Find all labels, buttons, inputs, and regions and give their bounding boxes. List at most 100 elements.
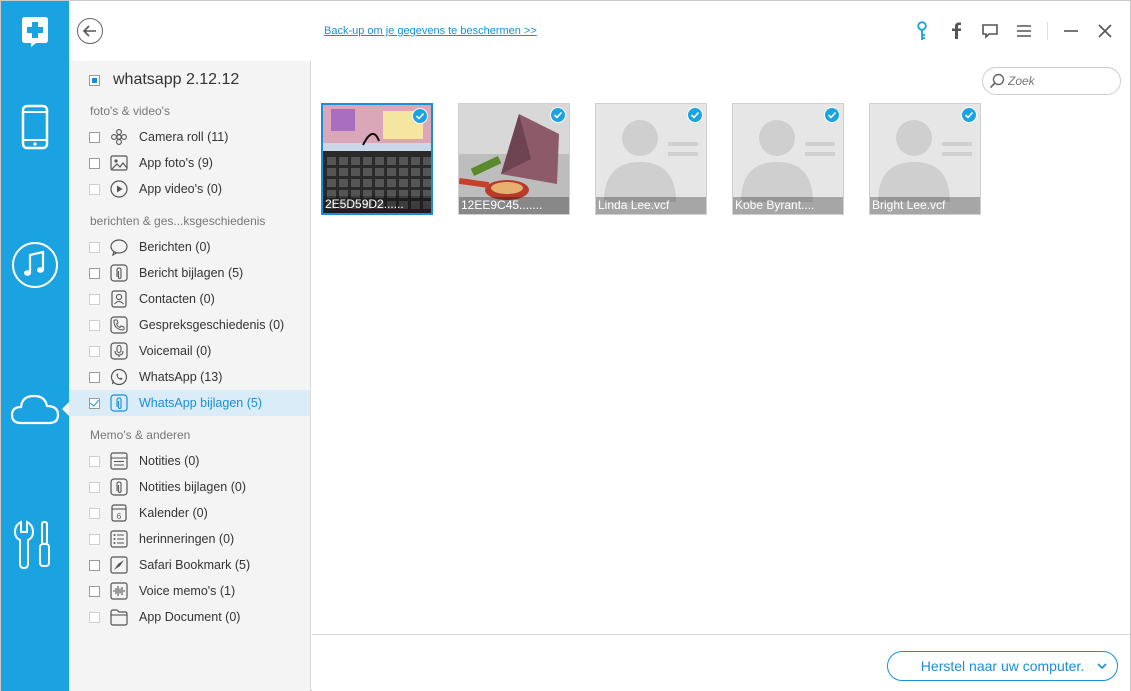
category-label: Kalender (0): [139, 506, 208, 520]
category-item[interactable]: herinneringen (0): [69, 526, 310, 552]
category-label: Notities bijlagen (0): [139, 480, 246, 494]
minimize-icon: [1064, 30, 1078, 32]
search-box[interactable]: [982, 67, 1121, 95]
category-checkbox[interactable]: [89, 131, 100, 143]
category-label: Berichten (0): [139, 240, 211, 254]
bottom-bar: Herstel naar uw computer.: [312, 634, 1130, 691]
file-thumbnail[interactable]: Kobe Byrant....: [732, 103, 844, 215]
rail-tools-button[interactable]: [1, 505, 69, 585]
chevron-down-icon[interactable]: [1096, 660, 1108, 672]
device-checkbox[interactable]: [89, 74, 100, 86]
checkmark-icon[interactable]: [824, 107, 840, 123]
music-note-icon: [12, 242, 58, 288]
file-thumbnail[interactable]: Bright Lee.vcf: [869, 103, 981, 215]
paperclip-icon: [109, 393, 129, 413]
section-header: Memo's & anderen: [90, 428, 191, 442]
category-item[interactable]: WhatsApp (13): [69, 364, 310, 390]
category-item[interactable]: Gespreksgeschiedenis (0): [69, 312, 310, 338]
category-item[interactable]: Voice memo's (1): [69, 578, 310, 604]
category-item[interactable]: 6 Kalender (0): [69, 500, 310, 526]
facebook-icon: [952, 22, 961, 39]
category-label: Safari Bookmark (5): [139, 558, 251, 572]
restore-to-computer-button[interactable]: Herstel naar uw computer.: [887, 651, 1118, 681]
category-checkbox[interactable]: [89, 611, 100, 623]
file-thumbnail[interactable]: 2E5D59D2......: [321, 103, 433, 215]
chat-icon: [982, 24, 998, 39]
search-input[interactable]: [1008, 74, 1108, 88]
category-checkbox[interactable]: [89, 481, 100, 493]
facebook-button[interactable]: [945, 20, 967, 42]
category-label: herinneringen (0): [139, 532, 235, 546]
category-item[interactable]: Camera roll (11): [69, 124, 310, 150]
key-icon: [917, 21, 927, 40]
file-name: Kobe Byrant....: [733, 197, 843, 214]
category-checkbox[interactable]: [89, 157, 100, 169]
flower-icon: [109, 127, 129, 147]
chat-bubble-icon: [109, 237, 129, 257]
category-item[interactable]: Notities (0): [69, 448, 310, 474]
search-icon: [989, 73, 1005, 89]
compass-icon: [109, 555, 129, 575]
category-label: WhatsApp (13): [139, 370, 223, 384]
section-header: berichten & ges...ksgeschiedenis: [90, 214, 266, 228]
folder-icon: [109, 607, 129, 627]
category-checkbox[interactable]: [89, 397, 100, 409]
checkmark-icon[interactable]: [412, 108, 428, 124]
category-item[interactable]: App foto's (9): [69, 150, 310, 176]
close-button[interactable]: [1094, 20, 1116, 42]
category-label: Contacten (0): [139, 292, 215, 306]
category-checkbox[interactable]: [89, 293, 100, 305]
category-item[interactable]: WhatsApp bijlagen (5): [69, 390, 310, 416]
checkmark-icon[interactable]: [961, 107, 977, 123]
category-item[interactable]: Voicemail (0): [69, 338, 310, 364]
category-checkbox[interactable]: [89, 585, 100, 597]
rail-icloud-button[interactable]: [1, 369, 69, 449]
category-label: Voicemail (0): [139, 344, 212, 358]
category-item[interactable]: Contacten (0): [69, 286, 310, 312]
category-label: Voice memo's (1): [139, 584, 236, 598]
category-checkbox[interactable]: [89, 267, 100, 279]
category-checkbox[interactable]: [89, 319, 100, 331]
hamburger-icon: [1017, 25, 1031, 37]
key-button[interactable]: [911, 20, 933, 42]
file-thumbnail[interactable]: Linda Lee.vcf: [595, 103, 707, 215]
restore-label: Herstel naar uw computer.: [920, 658, 1085, 674]
svg-text:6: 6: [117, 512, 122, 521]
back-button[interactable]: [77, 18, 103, 44]
category-item[interactable]: Bericht bijlagen (5): [69, 260, 310, 286]
category-item[interactable]: Notities bijlagen (0): [69, 474, 310, 500]
rail-device-button[interactable]: [1, 87, 69, 167]
category-checkbox[interactable]: [89, 533, 100, 545]
close-icon: [1098, 24, 1112, 38]
category-label: App video's (0): [139, 182, 222, 196]
category-label: Camera roll (11): [139, 130, 229, 144]
app-logo: [1, 1, 69, 61]
category-checkbox[interactable]: [89, 241, 100, 253]
category-checkbox[interactable]: [89, 455, 100, 467]
file-thumbnail[interactable]: 12EE9C45.......: [458, 103, 570, 215]
left-rail: [1, 1, 69, 691]
checkmark-icon[interactable]: [550, 107, 566, 123]
checkmark-icon[interactable]: [687, 107, 703, 123]
paperclip-icon: [109, 263, 129, 283]
cloud-icon: [10, 394, 60, 425]
category-checkbox[interactable]: [89, 183, 100, 195]
tools-icon: [13, 520, 50, 570]
category-checkbox[interactable]: [89, 507, 100, 519]
category-item[interactable]: App video's (0): [69, 176, 310, 202]
category-item[interactable]: App Document (0): [69, 604, 310, 630]
menu-button[interactable]: [1013, 20, 1035, 42]
device-header[interactable]: whatsapp 2.12.12: [89, 71, 239, 89]
category-checkbox[interactable]: [89, 371, 100, 383]
paperclip-icon: [109, 477, 129, 497]
category-item[interactable]: Safari Bookmark (5): [69, 552, 310, 578]
backup-link[interactable]: Back-up om je gegevens te beschermen >>: [324, 25, 537, 37]
category-checkbox[interactable]: [89, 345, 100, 357]
file-grid-area: 2E5D59D2...... 12EE9C45....... Linda Lee.v…: [312, 61, 1130, 634]
feedback-button[interactable]: [979, 20, 1001, 42]
minimize-button[interactable]: [1060, 20, 1082, 42]
category-label: Bericht bijlagen (5): [139, 266, 244, 280]
category-item[interactable]: Berichten (0): [69, 234, 310, 260]
category-checkbox[interactable]: [89, 559, 100, 571]
rail-music-button[interactable]: [1, 225, 69, 305]
